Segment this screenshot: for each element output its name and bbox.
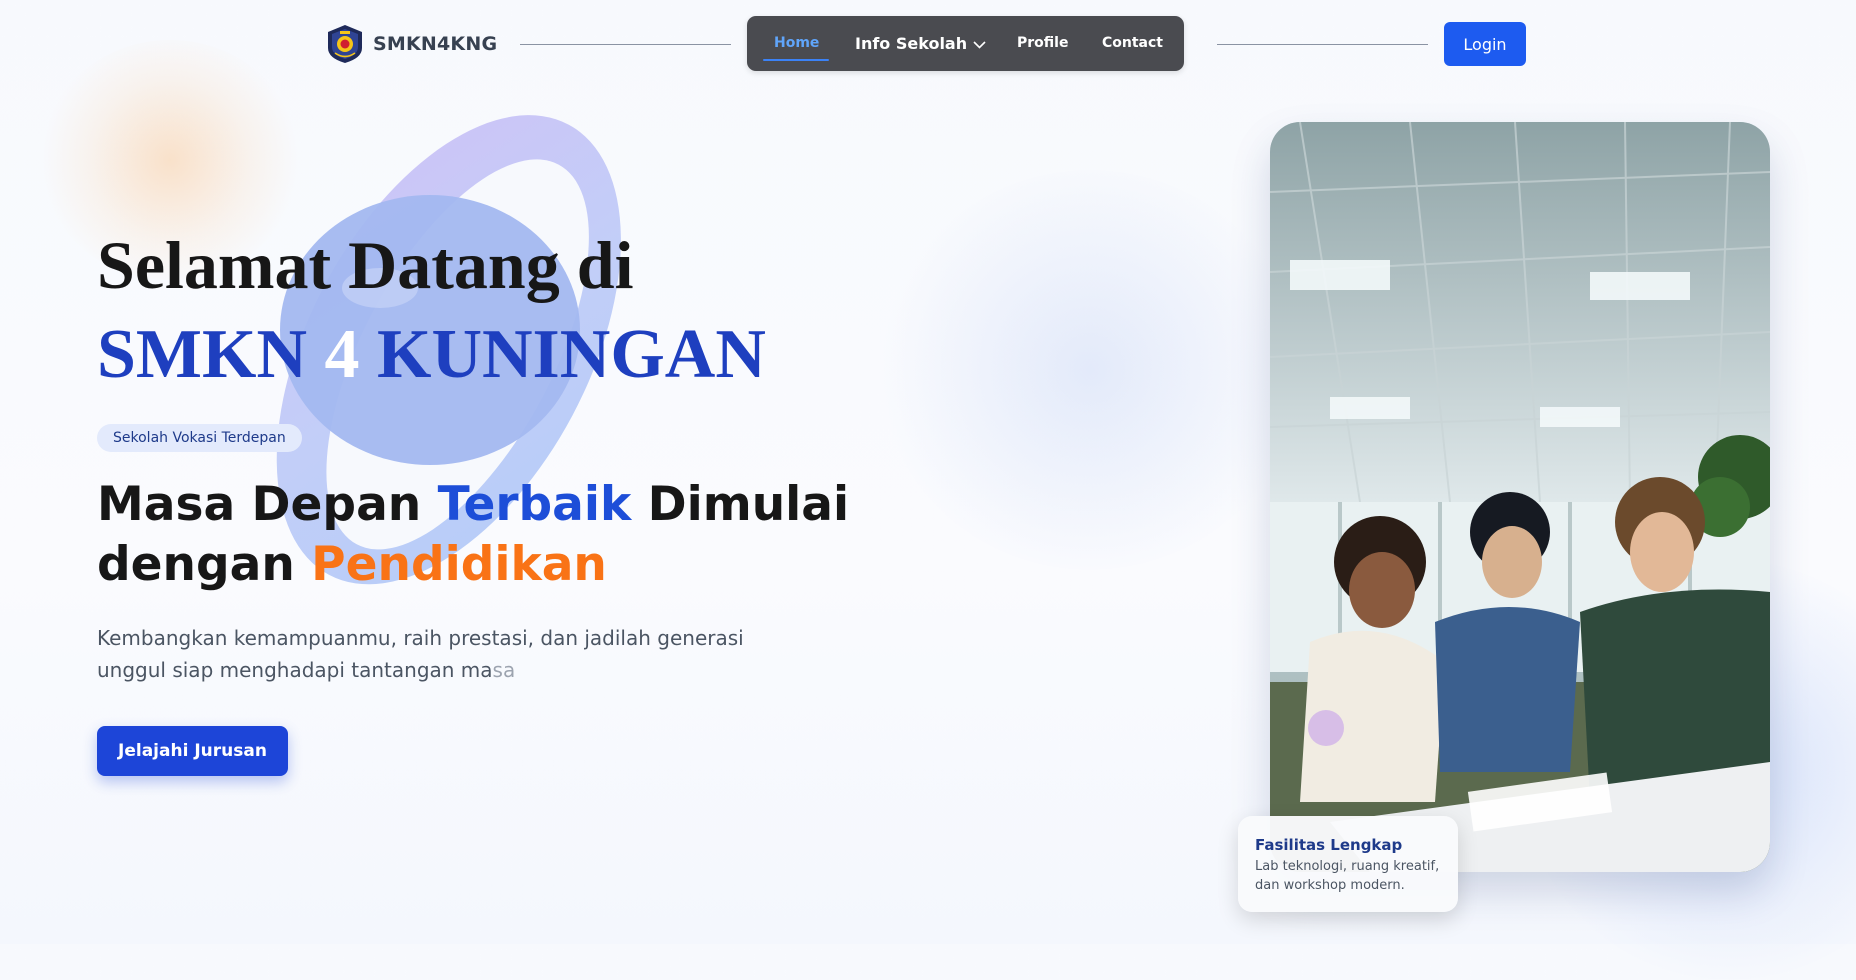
nav-item-info-label: Info Sekolah xyxy=(855,34,968,53)
hero-badge: Sekolah Vokasi Terdepan xyxy=(97,424,302,452)
hero-title-smkn: SMKN xyxy=(97,316,325,393)
main-nav: Home Info Sekolah Profile Contact xyxy=(747,16,1184,71)
nav-item-profile[interactable]: Profile xyxy=(1017,16,1068,71)
hero-description-text: Kembangkan kemampuanmu, raih prestasi, d… xyxy=(97,626,744,682)
facility-card: Fasilitas Lengkap Lab teknologi, ruang k… xyxy=(1238,816,1458,912)
headline-highlight-orange: Pendidikan xyxy=(311,537,607,592)
headline-text-2: Dimulai xyxy=(631,477,850,532)
facility-title: Fasilitas Lengkap xyxy=(1255,836,1403,854)
headline-highlight-blue: Terbaik xyxy=(437,477,632,532)
nav-item-home[interactable]: Home xyxy=(774,16,819,71)
hero-title-line1: Selamat Datang di xyxy=(97,227,634,303)
school-logo-icon xyxy=(328,25,362,63)
background-blob-blue xyxy=(880,170,1300,570)
hero-title-kuningan: KUNINGAN xyxy=(359,316,766,393)
hero-description-typing: sa xyxy=(492,658,516,682)
headline-text-1: Masa Depan xyxy=(97,477,438,532)
hero-title-line2: SMKN 4 KUNINGAN xyxy=(97,314,766,396)
hero-description: Kembangkan kemampuanmu, raih prestasi, d… xyxy=(97,622,797,686)
login-button[interactable]: Login xyxy=(1444,22,1526,66)
students-photo xyxy=(1270,122,1770,872)
chevron-down-icon xyxy=(973,40,986,49)
facility-description: Lab teknologi, ruang kreatif, dan worksh… xyxy=(1255,859,1440,893)
hero-title-number: 4 xyxy=(324,316,360,393)
nav-divider-left xyxy=(520,44,731,45)
brand-name: SMKN4KNG xyxy=(373,33,498,55)
brand[interactable]: SMKN4KNG xyxy=(326,24,497,64)
nav-divider-right xyxy=(1217,44,1428,45)
headline-text-3: dengan xyxy=(97,537,312,592)
nav-item-info-sekolah[interactable]: Info Sekolah xyxy=(855,16,986,71)
hero-photo-card xyxy=(1270,122,1770,872)
hero-headline: Masa Depan Terbaik Dimulai dengan Pendid… xyxy=(97,475,849,595)
explore-majors-button[interactable]: Jelajahi Jurusan xyxy=(97,726,288,776)
nav-item-contact[interactable]: Contact xyxy=(1102,16,1163,71)
nav-active-indicator xyxy=(763,59,829,61)
